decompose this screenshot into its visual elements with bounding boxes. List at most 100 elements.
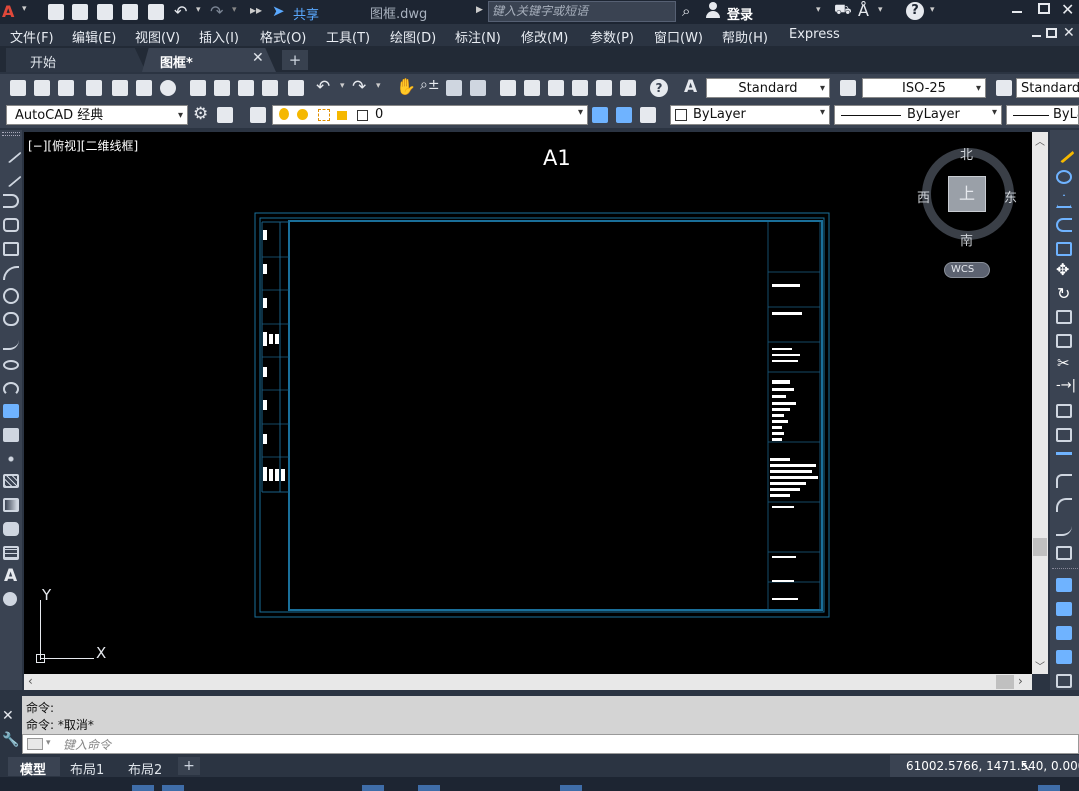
ellipse-icon[interactable] [3, 360, 19, 370]
horizontal-scrollbar[interactable]: ‹ › [24, 674, 1032, 690]
draw-order-back-icon[interactable] [1056, 602, 1072, 616]
offset-icon[interactable] [1056, 218, 1072, 232]
calculator-icon[interactable] [620, 80, 636, 96]
cut-icon[interactable] [190, 80, 206, 96]
status-toggle-2[interactable] [162, 785, 184, 791]
new-file-icon[interactable] [48, 4, 64, 20]
open-file-icon[interactable] [72, 4, 88, 20]
toolbar-redo-icon[interactable]: ↷ [352, 77, 366, 97]
insert-block-icon[interactable] [3, 404, 19, 418]
hatch-icon[interactable] [3, 474, 19, 488]
share-icon[interactable]: ➤ [272, 2, 285, 20]
polyline-icon[interactable] [3, 194, 19, 208]
tool-palettes-icon[interactable] [548, 80, 564, 96]
multiline-text-icon[interactable]: A [4, 566, 17, 586]
make-current-layer-icon[interactable] [592, 107, 608, 123]
undo-icon[interactable]: ↶ [174, 2, 187, 21]
command-prompt-icon[interactable] [27, 738, 43, 750]
plot-icon[interactable] [86, 80, 102, 96]
autocad-logo-icon[interactable]: A [2, 3, 20, 21]
command-line-close-icon[interactable]: ✕ [2, 708, 14, 724]
user-icon[interactable] [705, 1, 721, 19]
break-icon[interactable] [1056, 428, 1072, 442]
make-block-icon[interactable] [3, 428, 19, 442]
text-style-dropdown[interactable]: Standard ▾ [706, 78, 830, 98]
scale-icon[interactable] [1056, 310, 1072, 324]
layer-previous-icon[interactable] [616, 107, 632, 123]
cart-icon[interactable]: ⛟ [834, 2, 852, 20]
tab-drawing[interactable]: 图框* ✕ [142, 48, 276, 72]
redo-icon[interactable]: ↷ [210, 2, 223, 21]
save-icon[interactable] [97, 4, 113, 20]
dim-style-icon[interactable] [840, 80, 856, 96]
rectangle-icon[interactable] [3, 242, 19, 256]
rotate-icon[interactable]: ↻ [1057, 284, 1070, 303]
toolbar-help-icon[interactable]: ? [650, 79, 668, 97]
stretch-icon[interactable] [1056, 334, 1072, 348]
layout-tab-2[interactable]: 布局2 [128, 759, 162, 778]
dim-style-dropdown[interactable]: ISO-25 ▾ [862, 78, 986, 98]
minimize-icon[interactable] [1012, 11, 1022, 13]
draw-order-above-icon[interactable] [1056, 626, 1072, 640]
menu-help[interactable]: 帮助(H) [722, 27, 768, 46]
sheet-set-icon[interactable] [572, 80, 588, 96]
scroll-down-icon[interactable]: ﹀ [1035, 658, 1045, 673]
viewcube-top-face[interactable]: 上 [948, 176, 986, 212]
trim-icon[interactable]: ✂ [1057, 354, 1070, 372]
table-style-dropdown[interactable]: Standard [1016, 78, 1079, 98]
toolbar-undo-icon[interactable]: ↶ [316, 77, 330, 97]
menu-format[interactable]: 格式(O) [260, 27, 306, 46]
wcs-menu[interactable]: WCS [944, 262, 990, 278]
circle-icon[interactable] [3, 288, 19, 304]
more-tools-icon[interactable]: ▸▸ [250, 3, 262, 17]
color-dropdown[interactable]: ByLayer ▾ [670, 105, 830, 125]
add-selected-icon[interactable] [3, 592, 17, 606]
menu-view[interactable]: 视图(V) [135, 27, 180, 46]
point-icon[interactable] [3, 452, 19, 466]
search-icon[interactable]: ⌕ [682, 2, 690, 20]
maximize-icon[interactable] [1038, 3, 1050, 14]
paste-icon[interactable] [238, 80, 254, 96]
new-tab-button[interactable]: + [282, 50, 308, 70]
chamfer-icon[interactable] [1056, 474, 1072, 488]
layer-properties-icon[interactable] [250, 107, 266, 123]
help-dropdown-icon[interactable]: ▾ [930, 5, 935, 15]
block-editor-icon[interactable] [288, 80, 304, 96]
command-line-customize-icon[interactable]: 🔧 [2, 732, 19, 748]
login-button[interactable]: 登录 [727, 4, 753, 23]
scroll-up-icon[interactable]: ︿ [1035, 133, 1045, 148]
open-icon[interactable] [34, 80, 50, 96]
menu-window[interactable]: 窗口(W) [654, 27, 703, 46]
customize-workspace-icon[interactable] [217, 107, 233, 123]
break-at-point-icon[interactable] [1056, 404, 1072, 418]
publish-icon[interactable] [136, 80, 152, 96]
properties-icon[interactable] [500, 80, 516, 96]
status-toggle-1[interactable] [132, 785, 154, 791]
menu-modify[interactable]: 修改(M) [521, 27, 568, 46]
zoom-realtime-icon[interactable]: ⌕± [420, 77, 440, 93]
polygon-icon[interactable] [3, 218, 19, 232]
menu-draw[interactable]: 绘图(D) [390, 27, 436, 46]
share-button[interactable]: 共享 [293, 4, 319, 23]
arc-icon[interactable] [3, 266, 19, 280]
vertical-scrollbar[interactable]: ︿ ﹀ [1032, 132, 1048, 674]
viewcube-east[interactable]: 东 [1004, 187, 1017, 206]
pan-icon[interactable]: ✋ [396, 77, 416, 96]
line-icon[interactable] [0, 142, 22, 164]
add-layout-button[interactable]: + [178, 757, 200, 775]
3d-dwf-icon[interactable] [160, 80, 176, 96]
viewcube-west[interactable]: 西 [917, 187, 930, 206]
design-center-icon[interactable] [524, 80, 540, 96]
draw-order-under-icon[interactable] [1056, 650, 1072, 664]
linetype-dropdown[interactable]: ByLayer ▾ [834, 105, 1002, 125]
toolbar-redo-dropdown-icon[interactable]: ▾ [376, 81, 381, 91]
scroll-right-icon[interactable]: › [1018, 674, 1023, 688]
table-style-icon[interactable] [996, 80, 1012, 96]
table-icon[interactable] [3, 546, 19, 560]
horizontal-scroll-thumb[interactable] [996, 675, 1014, 689]
explode-icon[interactable] [1056, 546, 1072, 560]
login-dropdown-icon[interactable]: ▾ [816, 5, 821, 15]
scroll-left-icon[interactable]: ‹ [28, 674, 33, 688]
text-to-front-icon[interactable] [1056, 674, 1072, 688]
layer-dropdown[interactable]: 0 ▾ [272, 105, 588, 125]
